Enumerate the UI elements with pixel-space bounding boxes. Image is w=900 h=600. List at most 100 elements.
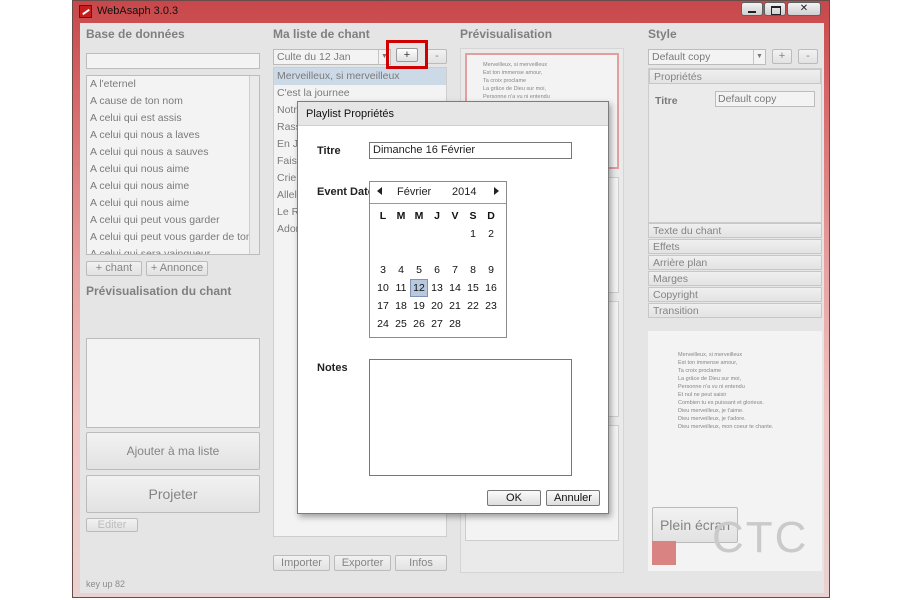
playlist-add-button[interactable]: + (396, 48, 418, 62)
playlist-title: Ma liste de chant (273, 27, 370, 41)
style-titre-input[interactable]: Default copy (715, 91, 815, 107)
style-section-header[interactable]: Effets (648, 239, 822, 254)
close-icon[interactable]: ✕ (787, 2, 821, 16)
song-preview-box (86, 338, 260, 428)
infos-button[interactable]: Infos (395, 555, 447, 571)
chevron-down-icon[interactable]: ▼ (753, 50, 765, 64)
playlist-select[interactable]: Culte du 12 Jan ▼ (273, 49, 391, 65)
calendar-day[interactable]: 11 (392, 279, 410, 297)
date-picker: Février 2014 L M M J V S D 1 2 3 4 5 6 7 8 9 10 11 12 13 14 1… (369, 181, 507, 338)
calendar-day[interactable]: 28 (446, 315, 464, 333)
calendar-day[interactable]: 7 (446, 261, 464, 279)
database-song-list: A l'eternel A cause de ton nom A celui qui… (86, 75, 260, 255)
title-bar[interactable]: WebAsaph 3.0.3 ✕ (73, 1, 829, 23)
database-list-item[interactable]: A celui qui est assis (87, 110, 259, 127)
database-list-item[interactable]: A celui qui sera vainqueur (87, 246, 259, 254)
calendar-day[interactable]: 21 (446, 297, 464, 315)
calendar-day[interactable]: 23 (482, 297, 500, 315)
style-select[interactable]: Default copy ▼ (648, 49, 766, 65)
calendar-empty-cell (392, 225, 410, 243)
calendar-month[interactable]: Février (397, 186, 431, 198)
calendar-day[interactable]: 8 (464, 261, 482, 279)
calendar-day[interactable]: 13 (428, 279, 446, 297)
calendar-day[interactable]: 25 (392, 315, 410, 333)
add-announce-button[interactable]: + Annonce (146, 261, 208, 276)
dialog-titre-label: Titre (317, 145, 341, 157)
calendar-day[interactable]: 12 (410, 279, 428, 297)
style-preview-line: Merveilleux, si merveilleux (678, 352, 743, 358)
calendar-day[interactable]: 5 (410, 261, 428, 279)
calendar-spacer (446, 243, 464, 261)
playlist-remove-button[interactable]: - (427, 49, 447, 64)
database-list-item[interactable]: A cause de ton nom (87, 93, 259, 110)
calendar-day[interactable]: 15 (464, 279, 482, 297)
calendar-day[interactable]: 3 (374, 261, 392, 279)
database-search-input[interactable] (86, 53, 260, 69)
add-to-list-button[interactable]: Ajouter à ma liste (86, 432, 260, 470)
calendar-day[interactable]: 14 (446, 279, 464, 297)
database-list-item[interactable]: A celui qui peut vous garder de tombe (87, 229, 259, 246)
calendar-day[interactable]: 18 (392, 297, 410, 315)
style-section-header[interactable]: Transition (648, 303, 822, 318)
calendar-day[interactable]: 19 (410, 297, 428, 315)
style-add-button[interactable]: + (772, 49, 792, 64)
export-button[interactable]: Exporter (334, 555, 391, 571)
style-section-header[interactable]: Marges (648, 271, 822, 286)
calendar-day[interactable]: 4 (392, 261, 410, 279)
preview-title: Prévisualisation (460, 27, 553, 41)
style-remove-button[interactable]: - (798, 49, 818, 64)
calendar-day[interactable]: 20 (428, 297, 446, 315)
weekday-header: M (414, 210, 424, 222)
properties-header[interactable]: Propriétés (649, 69, 821, 84)
style-section-header[interactable]: Copyright (648, 287, 822, 302)
playlist-list-item[interactable]: Merveilleux, si merveilleux (274, 68, 446, 85)
calendar-day[interactable]: 22 (464, 297, 482, 315)
calendar-empty-cell (410, 225, 428, 243)
ok-button[interactable]: OK (487, 490, 541, 506)
database-list-item[interactable]: A celui qui nous aime (87, 195, 259, 212)
calendar-day[interactable]: 16 (482, 279, 500, 297)
database-list-item[interactable]: A celui qui nous a laves (87, 127, 259, 144)
calendar-day[interactable]: 26 (410, 315, 428, 333)
playlist-properties-dialog: Playlist Propriétés Titre Dimanche 16 Fé… (297, 101, 609, 514)
style-section-header[interactable]: Texte du chant (648, 223, 822, 238)
database-list-item[interactable]: A celui qui nous a sauves (87, 144, 259, 161)
cancel-button[interactable]: Annuler (546, 490, 600, 506)
song-preview-title: Prévisualisation du chant (86, 284, 232, 298)
calendar-day[interactable]: 24 (374, 315, 392, 333)
calendar-day[interactable]: 6 (428, 261, 446, 279)
preview-line: Personne n'a vu ni entendu (483, 94, 550, 100)
weekday-header: J (434, 210, 440, 222)
project-button[interactable]: Projeter (86, 475, 260, 513)
database-list-item[interactable]: A celui qui nous aime (87, 161, 259, 178)
calendar-day[interactable]: 1 (464, 225, 482, 243)
style-section-header[interactable]: Arrière plan (648, 255, 822, 270)
maximize-icon[interactable] (764, 2, 786, 16)
calendar-day[interactable]: 17 (374, 297, 392, 315)
calendar-day[interactable]: 9 (482, 261, 500, 279)
next-month-icon[interactable] (494, 187, 499, 195)
database-list-item[interactable]: A celui qui peut vous garder (87, 212, 259, 229)
calendar-year[interactable]: 2014 (452, 186, 476, 198)
add-song-button[interactable]: + chant (86, 261, 142, 276)
calendar-spacer (392, 243, 410, 261)
dialog-titre-input[interactable]: Dimanche 16 Février (369, 142, 572, 159)
database-scrollbar[interactable] (249, 76, 259, 254)
notes-textarea[interactable] (369, 359, 572, 476)
style-preview-line: Et nul ne peut saisir (678, 392, 727, 398)
edit-button[interactable]: Editer (86, 518, 138, 532)
dialog-title[interactable]: Playlist Propriétés (298, 102, 608, 126)
calendar-day[interactable]: 27 (428, 315, 446, 333)
calendar-day[interactable]: 2 (482, 225, 500, 243)
import-button[interactable]: Importer (273, 555, 330, 571)
prev-month-icon[interactable] (377, 187, 382, 195)
event-date-label: Event Date (317, 186, 374, 198)
playlist-list-item[interactable]: C'est la journee (274, 85, 446, 102)
calendar-day[interactable]: 10 (374, 279, 392, 297)
calendar-spacer (428, 243, 446, 261)
style-preview-line: Dieu merveilleux, je t'adore. (678, 416, 746, 422)
database-list-item[interactable]: A celui qui nous aime (87, 178, 259, 195)
minimize-icon[interactable] (741, 2, 763, 16)
ctc-logo-mark (652, 541, 676, 565)
database-list-item[interactable]: A l'eternel (87, 76, 259, 93)
